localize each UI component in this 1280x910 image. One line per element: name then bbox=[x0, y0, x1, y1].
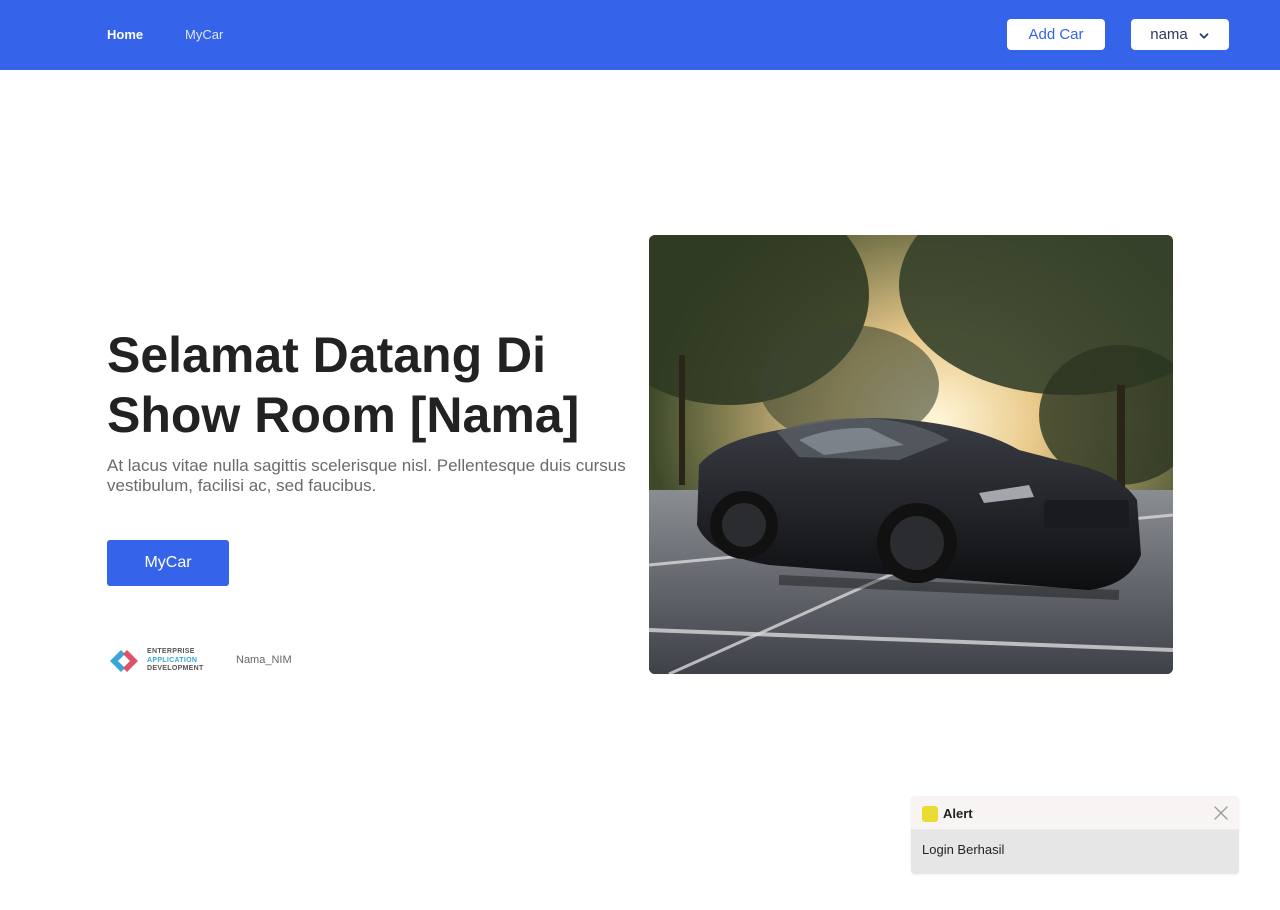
mycar-cta-label: MyCar bbox=[144, 554, 192, 571]
logo-text-line2: APPLICATION bbox=[147, 656, 198, 664]
login-alert-toast: Alert Login Berhasil bbox=[911, 796, 1239, 874]
user-menu-label: nama bbox=[1150, 26, 1188, 43]
hero-description: At lacus vitae nulla sagittis scelerisqu… bbox=[107, 456, 626, 495]
logo-text-line1: ENTERPRISE bbox=[147, 648, 195, 656]
hero-title: Selamat Datang Di Show Room [Nama] bbox=[107, 327, 580, 443]
chevron-down-icon bbox=[1198, 29, 1210, 41]
nav-link-home[interactable]: Home bbox=[107, 27, 143, 42]
enterprise-app-dev-logo: ENTERPRISE APPLICATION DEVELOPMENT bbox=[107, 647, 203, 675]
user-menu-button[interactable]: nama bbox=[1131, 19, 1229, 50]
mycar-cta-button[interactable]: MyCar bbox=[107, 540, 229, 586]
nav-link-mycar[interactable]: MyCar bbox=[185, 27, 223, 42]
top-navbar: Home MyCar Add Car nama bbox=[0, 0, 1280, 70]
alert-header: Alert bbox=[911, 796, 1239, 830]
alert-indicator-icon bbox=[922, 806, 938, 822]
add-car-button-label: Add Car bbox=[1028, 26, 1084, 43]
alert-message: Login Berhasil bbox=[922, 842, 1005, 857]
alert-title: Alert bbox=[943, 806, 973, 821]
logo-text-line3: DEVELOPMENT bbox=[147, 665, 204, 673]
code-brackets-icon bbox=[107, 647, 143, 675]
nama-nim-label: Nama_NIM bbox=[236, 654, 292, 666]
alert-body: Login Berhasil bbox=[911, 830, 1239, 874]
close-icon[interactable] bbox=[1213, 805, 1229, 821]
hero-car-image bbox=[649, 235, 1173, 674]
add-car-button[interactable]: Add Car bbox=[1007, 19, 1105, 50]
